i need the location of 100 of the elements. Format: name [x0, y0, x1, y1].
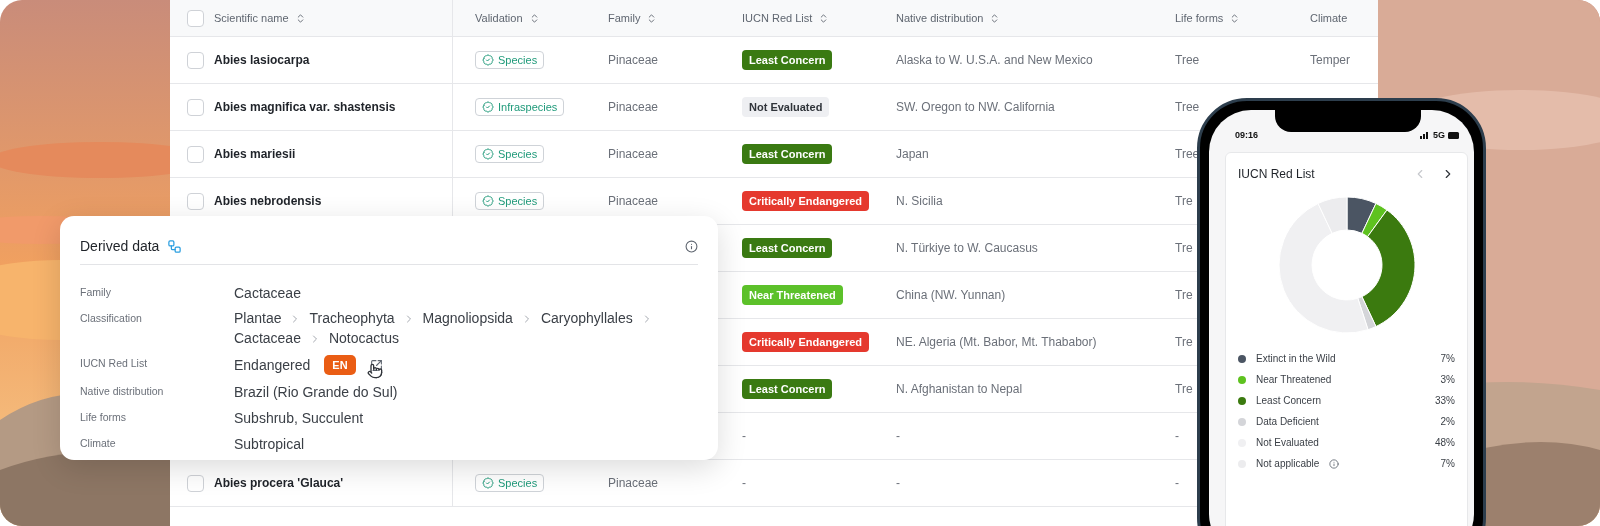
- species-name: Abies procera 'Glauca': [214, 476, 344, 490]
- species-name: Abies magnifica var. shastensis: [214, 100, 396, 114]
- table-cell: Tre: [1175, 382, 1193, 396]
- field-label: Native distribution: [80, 384, 165, 399]
- species-name: Abies nebrodensis: [214, 194, 322, 208]
- external-link-icon[interactable]: [369, 358, 383, 372]
- legend-label: Near Threatened: [1256, 374, 1332, 385]
- status-tag: Least Concern: [742, 379, 833, 399]
- validation-tag: Species: [475, 192, 545, 210]
- classification-item: Caryophyllales: [540, 310, 633, 327]
- status-tag: Least Concern: [742, 144, 833, 164]
- checkbox[interactable]: [187, 51, 204, 69]
- status-tag: Least Concern: [742, 238, 833, 258]
- nodes-icon: [167, 238, 183, 254]
- table-cell: Pinaceae: [608, 147, 659, 161]
- legend-value: 3%: [1440, 374, 1455, 385]
- validation-tag: Species: [475, 51, 545, 69]
- legend-value: 7%: [1440, 458, 1455, 469]
- info-icon[interactable]: [1329, 458, 1340, 469]
- checkbox[interactable]: [187, 9, 204, 27]
- check-badge-icon: [482, 195, 494, 207]
- status-tag: Critically Endangered: [742, 332, 870, 352]
- battery-icon: [1448, 131, 1460, 139]
- legend-label: Least Concern: [1256, 395, 1322, 406]
- table-cell: -: [1175, 476, 1179, 490]
- validation-tag: Species: [475, 474, 545, 492]
- table-cell: N. Afghanistan to Nepal: [896, 382, 1023, 396]
- status-badge: EN: [324, 355, 356, 375]
- checkbox[interactable]: [187, 474, 204, 492]
- checkbox[interactable]: [187, 145, 204, 163]
- table-cell: Tre: [1175, 335, 1193, 349]
- table-cell: Alaska to W. U.S.A. and New Mexico: [896, 53, 1093, 67]
- field-value: Subtropical: [234, 436, 305, 452]
- validation-tag: Species: [475, 145, 545, 163]
- legend-label: Extinct in the Wild: [1256, 353, 1336, 364]
- table-cell: -: [896, 476, 900, 490]
- table-cell: N. Sicilia: [896, 194, 943, 208]
- table-cell: Tree: [1175, 100, 1200, 114]
- classification-item: Plantae: [234, 310, 282, 327]
- check-badge-icon: [482, 148, 494, 160]
- table-cell: -: [742, 476, 746, 490]
- check-badge-icon: [482, 477, 494, 489]
- table-cell: Tre: [1175, 241, 1193, 255]
- column-header[interactable]: Scientific name: [214, 12, 306, 24]
- column-header[interactable]: IUCN Red List: [742, 12, 830, 24]
- status-tag: Not Evaluated: [742, 97, 830, 117]
- table-cell: Temper: [1310, 53, 1350, 67]
- legend-label: Not applicable: [1256, 458, 1320, 469]
- field-value: Brazil (Rio Grande do Sul): [234, 384, 398, 400]
- column-header[interactable]: Native distribution: [896, 12, 1001, 24]
- legend-value: 48%: [1435, 437, 1455, 448]
- hand-pointer-icon: [367, 363, 383, 379]
- chart-title: IUCN Red List: [1238, 167, 1315, 181]
- table-cell: N. Türkiye to W. Caucasus: [896, 241, 1038, 255]
- field-label: Life forms: [80, 410, 128, 425]
- check-badge-icon: [482, 54, 494, 66]
- status-tag: Critically Endangered: [742, 191, 870, 211]
- table-cell: Japan: [896, 147, 929, 161]
- table-cell: Pinaceae: [608, 476, 659, 490]
- column-header[interactable]: Validation: [475, 12, 540, 24]
- classification-item: Magnoliopsida: [422, 310, 513, 327]
- field-label: Climate: [80, 436, 117, 451]
- table-cell: -: [742, 429, 746, 443]
- column-header[interactable]: Family: [608, 12, 658, 24]
- card-title: Derived data: [80, 238, 160, 254]
- field-label: IUCN Red List: [80, 356, 149, 371]
- info-icon[interactable]: [685, 239, 698, 253]
- table-cell: Pinaceae: [608, 100, 659, 114]
- legend-label: Not Evaluated: [1256, 437, 1319, 448]
- status-tag: Least Concern: [742, 50, 833, 70]
- column-header[interactable]: Climate: [1310, 12, 1348, 24]
- column-header[interactable]: Life forms: [1175, 12, 1241, 24]
- species-name: Abies mariesii: [214, 147, 296, 161]
- species-name: Abies lasiocarpa: [214, 53, 310, 67]
- table-cell: China (NW. Yunnan): [896, 288, 1006, 302]
- field-label: Classification: [80, 311, 143, 326]
- network-label: 5G: [1433, 130, 1445, 140]
- legend-value: 33%: [1435, 395, 1455, 406]
- classification-item: Tracheophyta: [309, 310, 395, 327]
- status-tag: Near Threatened: [742, 285, 843, 305]
- checkbox[interactable]: [187, 192, 204, 210]
- table-cell: Pinaceae: [608, 194, 659, 208]
- field-value: Cactaceae: [234, 285, 301, 301]
- classification-item: Notocactus: [328, 330, 399, 347]
- table-cell: -: [1175, 429, 1179, 443]
- legend-label: Data Deficient: [1256, 416, 1319, 427]
- classification-item: Cactaceae: [234, 330, 301, 347]
- checkbox[interactable]: [187, 98, 204, 116]
- validation-tag: Infraspecies: [475, 98, 565, 116]
- field-value: Subshrub, Succulent: [234, 410, 364, 426]
- legend-value: 2%: [1440, 416, 1455, 427]
- table-cell: Tre: [1175, 288, 1193, 302]
- status-time: 09:16: [1235, 130, 1259, 140]
- check-badge-icon: [482, 101, 494, 113]
- table-cell: Tree: [1175, 53, 1200, 67]
- table-cell: Pinaceae: [608, 53, 659, 67]
- table-cell: -: [896, 429, 900, 443]
- table-cell: Tre: [1175, 194, 1193, 208]
- table-cell: NE. Algeria (Mt. Babor, Mt. Thababor): [896, 335, 1097, 349]
- field-label: Family: [80, 285, 112, 300]
